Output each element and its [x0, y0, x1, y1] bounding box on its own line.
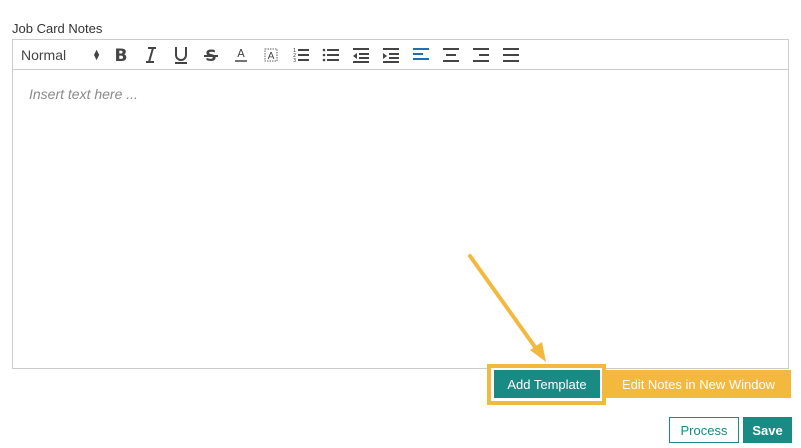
svg-text:A: A [237, 47, 245, 60]
strikethrough-icon: S [204, 46, 218, 64]
notes-editor: Normal ▲▼ B S A A 123 [12, 39, 789, 369]
align-left-icon [413, 47, 429, 60]
add-template-button[interactable]: Add Template [494, 370, 600, 398]
text-color-icon: A [235, 47, 247, 62]
outdent-icon [353, 47, 369, 63]
underline-icon [175, 46, 187, 64]
svg-text:3: 3 [293, 58, 296, 64]
svg-text:B: B [115, 46, 128, 64]
background-color-button[interactable]: A [259, 43, 283, 67]
background-color-icon: A [264, 48, 278, 62]
notes-text-area[interactable]: Insert text here ... [13, 70, 788, 360]
align-right-icon [473, 47, 489, 62]
strikethrough-button[interactable]: S [199, 43, 223, 67]
align-center-icon [443, 47, 459, 62]
outdent-button[interactable] [349, 43, 373, 67]
format-select-value: Normal [21, 46, 67, 63]
pointer-arrow-icon [468, 254, 546, 362]
ordered-list-icon: 123 [293, 48, 309, 64]
bold-button[interactable]: B [109, 43, 133, 67]
indent-button[interactable] [379, 43, 403, 67]
svg-text:A: A [268, 51, 275, 62]
bullet-list-button[interactable] [319, 43, 343, 67]
ordered-list-button[interactable]: 123 [289, 43, 313, 67]
align-left-button[interactable] [409, 43, 433, 67]
job-card-notes-label: Job Card Notes [12, 21, 103, 36]
editor-toolbar: Normal ▲▼ B S A A 123 [13, 40, 788, 70]
bullet-list-icon [322, 48, 339, 61]
text-color-button[interactable]: A [229, 43, 253, 67]
edit-notes-new-window-button[interactable]: Edit Notes in New Window [606, 370, 791, 398]
notes-placeholder: Insert text here ... [29, 86, 138, 102]
select-arrows-icon: ▲ ▼ [92, 46, 101, 62]
format-select[interactable]: Normal ▲ ▼ [21, 44, 109, 66]
italic-button[interactable] [139, 43, 163, 67]
align-center-button[interactable] [439, 43, 463, 67]
bold-icon: B [115, 46, 128, 64]
process-button[interactable]: Process [669, 417, 739, 443]
align-justify-button[interactable] [499, 43, 523, 67]
align-justify-icon [503, 47, 519, 62]
italic-icon [146, 46, 156, 63]
underline-button[interactable] [169, 43, 193, 67]
align-right-button[interactable] [469, 43, 493, 67]
indent-icon [383, 47, 399, 63]
save-button[interactable]: Save [743, 417, 792, 443]
